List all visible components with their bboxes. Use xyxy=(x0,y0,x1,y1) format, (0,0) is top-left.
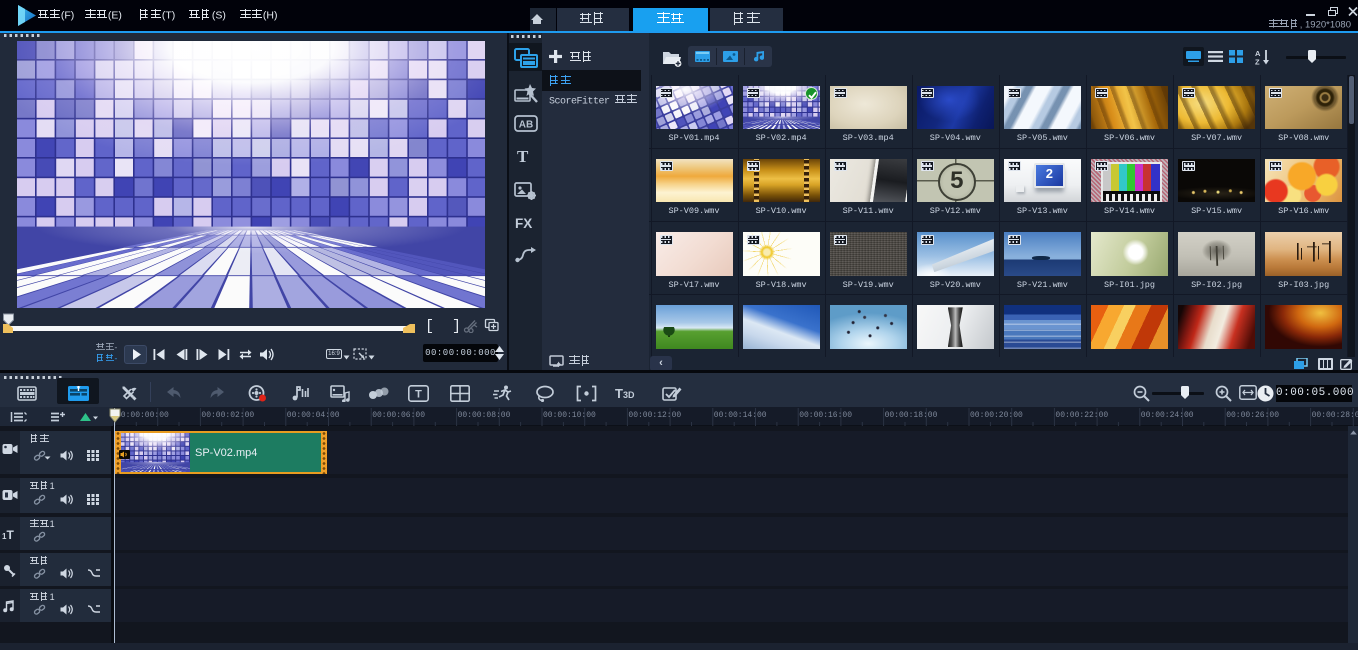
svg-text:00:00:08:00: 00:00:08:00 xyxy=(458,411,511,420)
svg-text:00:00:10:00: 00:00:10:00 xyxy=(543,411,596,420)
svg-text:00:00:02:00: 00:00:02:00 xyxy=(201,411,254,420)
svg-text:00:00:16:00: 00:00:16:00 xyxy=(799,411,852,420)
svg-text:00:00:14:00: 00:00:14:00 xyxy=(714,411,767,420)
svg-text:00:00:28:00: 00:00:28:00 xyxy=(1312,411,1358,420)
svg-text:AB: AB xyxy=(519,120,533,131)
svg-text:00:00:06:00: 00:00:06:00 xyxy=(372,411,425,420)
svg-text:00:00:04:00: 00:00:04:00 xyxy=(287,411,340,420)
svg-text:00:00:26:00: 00:00:26:00 xyxy=(1226,411,1279,420)
svg-text:00:00:18:00: 00:00:18:00 xyxy=(885,411,938,420)
svg-text:00:00:12:00: 00:00:12:00 xyxy=(628,411,681,420)
svg-text:00:00:00:00: 00:00:00:00 xyxy=(116,411,169,420)
svg-text:00:00:24:00: 00:00:24:00 xyxy=(1141,411,1194,420)
svg-text:Z: Z xyxy=(1255,58,1260,66)
svg-text:T: T xyxy=(415,389,422,401)
svg-text:00:00:20:00: 00:00:20:00 xyxy=(970,411,1023,420)
svg-text:00:00:22:00: 00:00:22:00 xyxy=(1055,411,1108,420)
